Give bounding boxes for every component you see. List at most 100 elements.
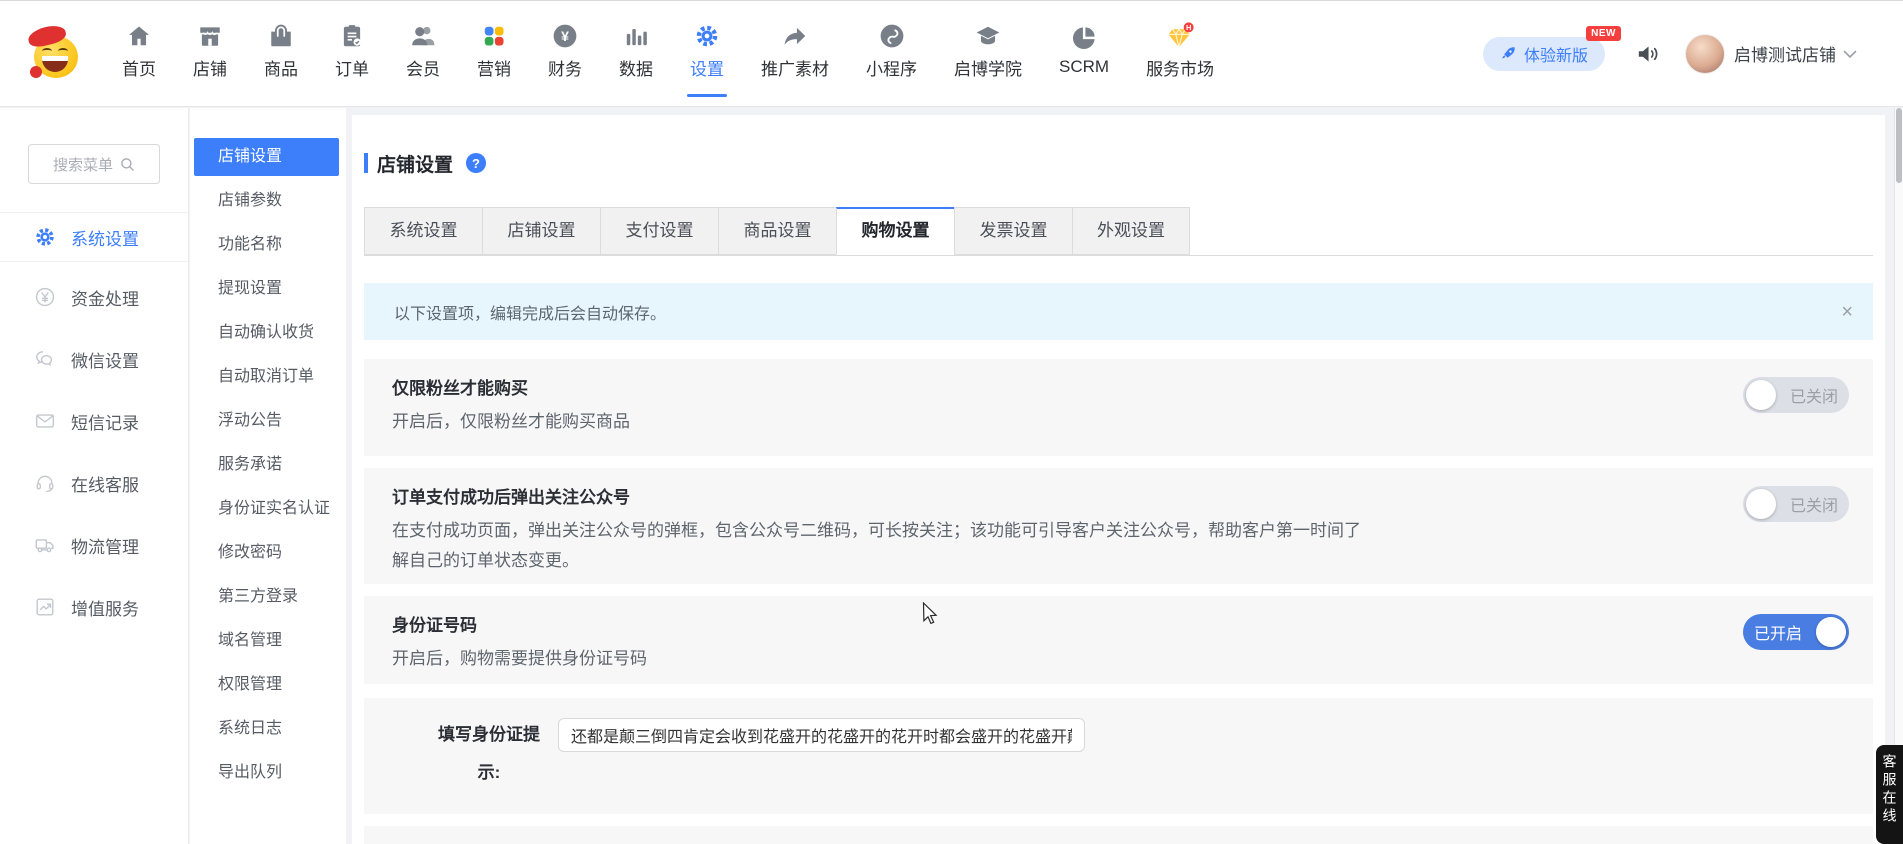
speaker-icon[interactable]: [1635, 41, 1661, 67]
nav-item-scrm[interactable]: SCRM: [1057, 10, 1111, 97]
submenu-item-export-queue[interactable]: 导出队列: [190, 751, 346, 795]
try-new-label: 体验新版: [1524, 42, 1588, 66]
help-icon[interactable]: ?: [466, 153, 486, 173]
toggle-id-number[interactable]: 已开启: [1743, 614, 1849, 650]
nav-label: 数据: [619, 55, 653, 80]
nav-item-product[interactable]: 商品: [262, 8, 300, 100]
nav-item-miniprogram[interactable]: 小程序: [864, 8, 919, 100]
submenu-item-feature-names[interactable]: 功能名称: [190, 223, 346, 267]
setting-desc: 在支付成功页面，弹出关注公众号的弹框，包含公众号二维码，可长按关注；该功能可引导…: [392, 516, 1372, 576]
sidebar-item-online-service[interactable]: 在线客服: [0, 452, 188, 514]
scrollbar-track: [1894, 108, 1903, 844]
sidebar-item-sms[interactable]: 短信记录: [0, 390, 188, 452]
setting-desc: 开启后，购物需要提供身份证号码: [392, 644, 1713, 674]
submenu-item-id-verification[interactable]: 身份证实名认证: [190, 487, 346, 531]
tab-appearance-settings[interactable]: 外观设置: [1072, 207, 1190, 255]
submenu-item-auto-cancel[interactable]: 自动取消订单: [190, 355, 346, 399]
setting-row-fans-only: 仅限粉丝才能购买 开启后，仅限粉丝才能购买商品 已关闭: [364, 359, 1873, 456]
nav-label: 首页: [122, 55, 156, 80]
nav-item-data[interactable]: 数据: [617, 8, 655, 100]
truck-icon: [34, 534, 56, 556]
data-icon: [623, 22, 649, 50]
id-prompt-label: 填写身份证提示:: [434, 716, 544, 792]
page-title: 店铺设置: [377, 150, 453, 177]
nav-item-marketing[interactable]: 营销: [475, 8, 513, 100]
setting-title: 身份证号码: [392, 614, 1713, 638]
rocket-icon: [1500, 45, 1517, 62]
account-menu[interactable]: 启博测试店铺: [1685, 34, 1857, 74]
tab-shop-settings[interactable]: 店铺设置: [482, 207, 600, 255]
nav-label: 商品: [264, 55, 298, 80]
nav-item-promo-material[interactable]: 推广素材: [759, 8, 831, 100]
scrollbar-thumb[interactable]: [1896, 108, 1902, 183]
submenu-item-domain[interactable]: 域名管理: [190, 619, 346, 663]
miniprogram-icon: [879, 22, 905, 50]
logo-cheek: [30, 66, 42, 78]
try-new-version-button[interactable]: 体验新版 NEW: [1483, 37, 1605, 71]
title-accent-bar: [364, 153, 368, 173]
brand-logo[interactable]: [30, 28, 82, 80]
tab-system-settings[interactable]: 系统设置: [364, 207, 482, 255]
sidebar-item-logistics[interactable]: 物流管理: [0, 514, 188, 576]
submenu-item-withdrawal[interactable]: 提现设置: [190, 267, 346, 311]
nav-label: 小程序: [866, 55, 917, 80]
settings-tabs: 系统设置 店铺设置 支付设置 商品设置 购物设置 发票设置 外观设置: [364, 207, 1873, 256]
tab-product-settings[interactable]: 商品设置: [718, 207, 836, 255]
tab-invoice-settings[interactable]: 发票设置: [954, 207, 1072, 255]
nav-item-home[interactable]: 首页: [120, 8, 158, 100]
submenu-item-system-log[interactable]: 系统日志: [190, 707, 346, 751]
sidebar-item-funds[interactable]: 资金处理: [0, 266, 188, 328]
gem-icon: H: [1165, 22, 1195, 50]
customer-service-tab[interactable]: 客服在线: [1876, 745, 1903, 844]
setting-row-id-prompt: 填写身份证提示:: [364, 698, 1873, 814]
toggle-label: 已关闭: [1779, 492, 1849, 516]
submenu-item-service-promise[interactable]: 服务承诺: [190, 443, 346, 487]
setting-row-follow-popup: 订单支付成功后弹出关注公众号 在支付成功页面，弹出关注公众号的弹框，包含公众号二…: [364, 468, 1873, 584]
setting-title: 订单支付成功后弹出关注公众号: [392, 486, 1713, 510]
customer-service-label: 客服在线: [1880, 754, 1900, 844]
sidebar-item-label: 增值服务: [71, 595, 139, 620]
pie-chart-icon: [1071, 24, 1097, 52]
toggle-knob: [1746, 380, 1776, 410]
tab-payment-settings[interactable]: 支付设置: [600, 207, 718, 255]
order-icon: [339, 22, 365, 50]
nav-item-shop[interactable]: 店铺: [191, 8, 229, 100]
sidebar-item-wechat[interactable]: 微信设置: [0, 328, 188, 390]
market-badge-text: H: [1186, 23, 1191, 32]
envelope-icon: [34, 410, 56, 432]
svg-text:¥: ¥: [561, 27, 569, 43]
setting-desc: 开启后，仅限粉丝才能购买商品: [392, 407, 1713, 437]
nav-item-service-market[interactable]: H 服务市场: [1144, 8, 1216, 100]
nav-label: 设置: [690, 55, 724, 80]
submenu-item-shop-params[interactable]: 店铺参数: [190, 179, 346, 223]
sidebar: 搜索菜单 系统设置 资金处理 微信设置 短信记录 在线客服 物流管理: [0, 108, 189, 844]
sidebar-item-label: 微信设置: [71, 347, 139, 372]
logo-eye: [58, 48, 68, 54]
nav-item-member[interactable]: 会员: [404, 8, 442, 100]
id-prompt-input[interactable]: [558, 718, 1085, 752]
settings-gear-icon: [694, 22, 720, 50]
submenu-item-auto-confirm[interactable]: 自动确认收货: [190, 311, 346, 355]
nav-label: 营销: [477, 55, 511, 80]
submenu-item-change-password[interactable]: 修改密码: [190, 531, 346, 575]
product-icon: [268, 22, 294, 50]
search-placeholder: 搜索菜单: [53, 154, 113, 175]
nav-item-academy[interactable]: 启博学院: [952, 8, 1024, 100]
tab-shopping-settings[interactable]: 购物设置: [836, 207, 954, 255]
submenu-item-third-party-login[interactable]: 第三方登录: [190, 575, 346, 619]
nav-item-finance[interactable]: ¥ 财务: [546, 8, 584, 100]
sidebar-item-label: 在线客服: [71, 471, 139, 496]
sidebar-item-value-added[interactable]: 增值服务: [0, 576, 188, 638]
toggle-follow-popup[interactable]: 已关闭: [1743, 486, 1849, 522]
chart-box-icon: [34, 596, 56, 618]
toggle-label: 已关闭: [1779, 383, 1849, 407]
submenu-item-shop-settings[interactable]: 店铺设置: [194, 138, 339, 176]
submenu-item-permissions[interactable]: 权限管理: [190, 663, 346, 707]
nav-item-settings[interactable]: 设置: [688, 8, 726, 100]
nav-item-order[interactable]: 订单: [333, 8, 371, 100]
sidebar-item-system-settings[interactable]: 系统设置: [0, 212, 188, 262]
submenu-item-floating-notice[interactable]: 浮动公告: [190, 399, 346, 443]
search-menu-input[interactable]: 搜索菜单: [28, 144, 160, 184]
close-icon[interactable]: ×: [1841, 302, 1853, 322]
toggle-fans-only[interactable]: 已关闭: [1743, 377, 1849, 413]
